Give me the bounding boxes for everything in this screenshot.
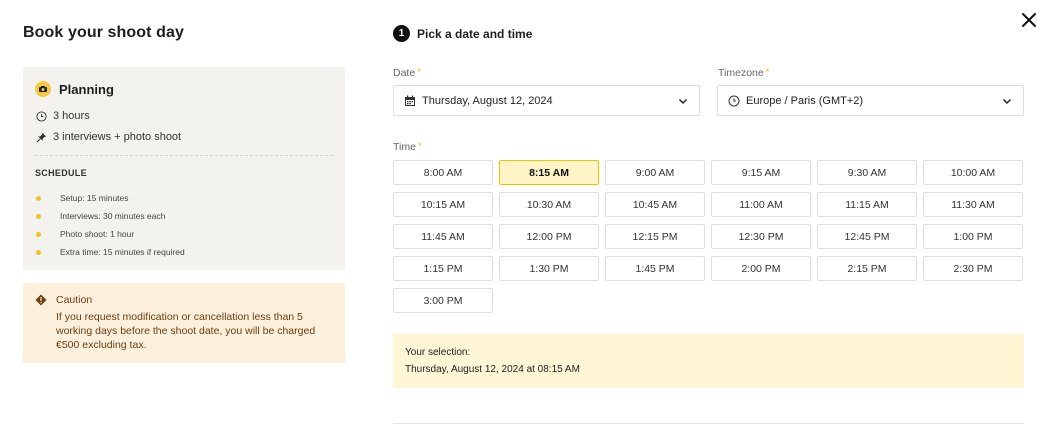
time-slot-button[interactable]: 9:00 AM [605, 160, 705, 185]
schedule-list: Setup: 15 minutes Interviews: 30 minutes… [35, 189, 333, 261]
time-slot-button[interactable]: 3:00 PM [393, 288, 493, 313]
time-slot-button[interactable]: 9:30 AM [817, 160, 917, 185]
time-slot-button[interactable]: 8:00 AM [393, 160, 493, 185]
time-slot-button[interactable]: 12:30 PM [711, 224, 811, 249]
time-slot-button[interactable]: 11:45 AM [393, 224, 493, 249]
timezone-select[interactable]: Europe / Paris (GMT+2) [717, 85, 1024, 116]
selection-summary: Your selection: Thursday, August 12, 202… [393, 334, 1024, 388]
timezone-value: Europe / Paris (GMT+2) [746, 94, 864, 107]
time-slot-button[interactable]: 12:00 PM [499, 224, 599, 249]
time-slot-button[interactable]: 2:15 PM [817, 256, 917, 281]
time-slot-button[interactable]: 10:15 AM [393, 192, 493, 217]
time-slot-button[interactable]: 1:15 PM [393, 256, 493, 281]
close-icon [1022, 13, 1036, 27]
time-slot-button[interactable]: 1:45 PM [605, 256, 705, 281]
time-slot-button[interactable]: 8:15 AM [499, 160, 599, 185]
timezone-label-text: Timezone [718, 67, 764, 79]
planning-card: Planning 3 hours 3 interviews + photo sh… [23, 67, 345, 270]
calendar-icon [404, 95, 416, 107]
close-button[interactable] [1019, 10, 1039, 30]
page-title: Book your shoot day [23, 24, 185, 41]
schedule-item-text: Setup: 15 minutes [60, 193, 129, 203]
time-slot-button[interactable]: 10:00 AM [923, 160, 1023, 185]
warning-icon [35, 294, 47, 306]
step-title: Pick a date and time [417, 26, 533, 41]
time-slot-button[interactable]: 11:30 AM [923, 192, 1023, 217]
bullet-dot-icon [36, 213, 41, 219]
clock-icon [728, 95, 740, 107]
list-item: Photo shoot: 1 hour [35, 225, 333, 243]
time-slot-button[interactable]: 10:30 AM [499, 192, 599, 217]
timezone-label: Timezone * [718, 67, 769, 79]
time-slot-button[interactable]: 12:15 PM [605, 224, 705, 249]
caution-box: Caution If you request modification or c… [23, 283, 345, 363]
schedule-item-text: Extra time: 15 minutes if required [60, 247, 185, 257]
time-label: Time * [393, 141, 421, 153]
planning-content: 3 interviews + photo shoot [53, 131, 182, 143]
selection-value: Thursday, August 12, 2024 at 08:15 AM [405, 364, 580, 375]
divider [393, 423, 1024, 424]
pin-icon [35, 131, 47, 143]
required-marker: * [765, 67, 770, 77]
chevron-down-icon [677, 95, 689, 107]
list-item: Extra time: 15 minutes if required [35, 243, 333, 261]
time-slot-button[interactable]: 1:30 PM [499, 256, 599, 281]
selection-label: Your selection: [405, 347, 471, 358]
schedule-label: SCHEDULE [35, 168, 87, 178]
camera-emoji-icon [35, 81, 51, 97]
required-marker: * [417, 141, 422, 151]
step-number: 1 [393, 25, 410, 42]
schedule-item-text: Interviews: 30 minutes each [60, 211, 166, 221]
caution-title: Caution [56, 294, 93, 306]
planning-title: Planning [59, 81, 114, 97]
time-slot-button[interactable]: 9:15 AM [711, 160, 811, 185]
bullet-dot-icon [36, 249, 41, 255]
schedule-item-text: Photo shoot: 1 hour [60, 229, 135, 239]
date-label: Date * [393, 67, 421, 79]
step-header: 1 Pick a date and time [393, 25, 532, 42]
list-item: Setup: 15 minutes [35, 189, 333, 207]
planning-duration: 3 hours [53, 110, 90, 122]
time-slot-button[interactable]: 12:45 PM [817, 224, 917, 249]
time-slot-button[interactable]: 2:00 PM [711, 256, 811, 281]
divider [35, 155, 333, 156]
date-select[interactable]: Thursday, August 12, 2024 [393, 85, 700, 116]
time-slot-button[interactable]: 1:00 PM [923, 224, 1023, 249]
chevron-down-icon [1001, 95, 1013, 107]
time-slot-grid: 8:00 AM 8:15 AM 9:00 AM 9:15 AM 9:30 AM 10:00… [393, 160, 1025, 313]
date-label-text: Date [393, 67, 416, 79]
bullet-dot-icon [36, 231, 41, 237]
bullet-dot-icon [36, 195, 41, 201]
time-slot-button[interactable]: 10:45 AM [605, 192, 705, 217]
time-label-text: Time [393, 141, 416, 153]
required-marker: * [417, 67, 421, 77]
list-item: Interviews: 30 minutes each [35, 207, 333, 225]
time-slot-button[interactable]: 11:15 AM [817, 192, 917, 217]
time-slot-button[interactable]: 11:00 AM [711, 192, 811, 217]
time-slot-button[interactable]: 2:30 PM [923, 256, 1023, 281]
clock-icon [35, 110, 47, 122]
date-value: Thursday, August 12, 2024 [422, 94, 553, 107]
caution-text: If you request modification or cancellat… [56, 311, 316, 351]
